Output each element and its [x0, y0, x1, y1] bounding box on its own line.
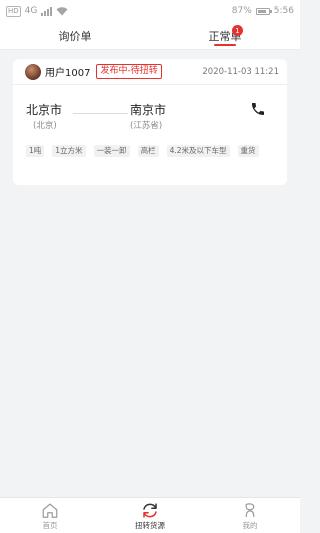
phone-icon[interactable] — [250, 101, 266, 117]
hd-indicator: HD — [6, 5, 21, 17]
tag-truck-body: 高栏 — [137, 145, 159, 157]
tag-volume: 1立方米 — [52, 145, 86, 157]
status-bar-left: HD 4G — [6, 5, 68, 17]
origin-region: (北京) — [33, 121, 57, 131]
wifi-icon — [56, 6, 68, 15]
route-line — [73, 113, 128, 114]
nav-transfer-cargo[interactable]: 扭转货源 — [100, 498, 200, 533]
home-icon — [42, 503, 58, 518]
status-badge: 发布中-待扭转 — [96, 64, 162, 79]
cargo-tags: 1吨 1立方米 一装一卸 高栏 4.2米及以下车型 重货 — [26, 145, 276, 157]
signal-icon — [41, 6, 53, 16]
nav-label: 我的 — [242, 521, 258, 530]
refresh-icon — [143, 503, 157, 518]
tab-label: 询价单 — [58, 29, 92, 43]
nav-mine[interactable]: 我的 — [200, 498, 300, 533]
notification-badge: 1 — [232, 25, 243, 36]
bottom-nav: 首页 扭转货源 我的 — [0, 497, 300, 533]
destination-city: 南京市 — [130, 103, 167, 117]
destination-region: (江苏省) — [130, 121, 163, 131]
nav-home[interactable]: 首页 — [0, 498, 100, 533]
nav-label: 首页 — [42, 521, 58, 530]
avatar — [25, 63, 41, 80]
status-bar: HD 4G 87% 5:56 — [0, 0, 300, 22]
tab-normal[interactable]: 正常单 1 — [150, 22, 300, 49]
clock: 5:56 — [273, 6, 294, 16]
origin-city: 北京市 — [26, 103, 63, 117]
network-type: 4G — [24, 6, 38, 16]
status-bar-right: 87% 5:56 — [232, 6, 294, 16]
order-card-header: 用户1007 发布中-待扭转 2020-11-03 11:21 — [13, 59, 287, 85]
person-icon — [245, 503, 255, 518]
active-tab-indicator — [214, 44, 236, 46]
order-card[interactable]: 用户1007 发布中-待扭转 2020-11-03 11:21 北京市 (北京)… — [13, 59, 287, 185]
tab-inquiry[interactable]: 询价单 — [0, 22, 150, 49]
route: 北京市 (北京) 南京市 (江苏省) — [13, 99, 287, 133]
tag-loading: 一装一卸 — [93, 145, 130, 157]
tag-weight: 1吨 — [26, 145, 45, 157]
tag-cargo-type: 重货 — [237, 145, 259, 157]
timestamp: 2020-11-03 11:21 — [202, 66, 279, 77]
nav-label: 扭转货源 — [135, 521, 165, 530]
battery-icon — [255, 7, 272, 15]
tag-truck-length: 4.2米及以下车型 — [166, 145, 230, 157]
battery-percent: 87% — [231, 6, 252, 16]
order-tabs: 询价单 正常单 1 — [0, 22, 300, 50]
username: 用户1007 — [45, 68, 91, 79]
